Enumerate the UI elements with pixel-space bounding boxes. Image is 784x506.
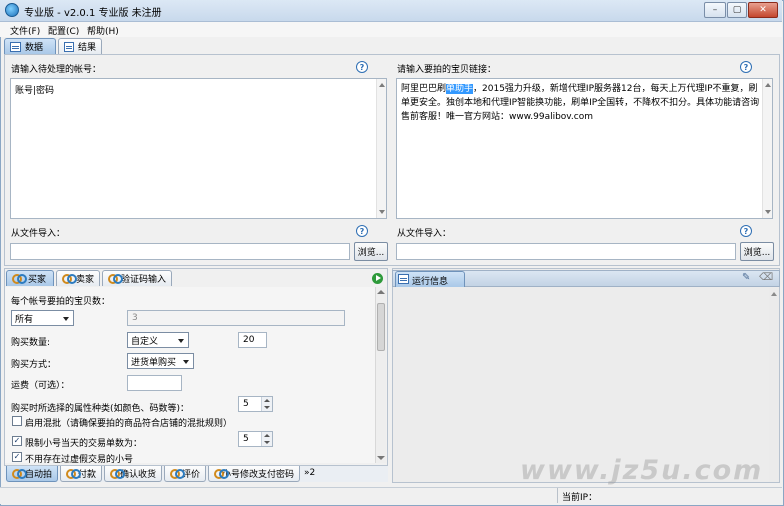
- rings-icon: [12, 468, 27, 479]
- links-import-path[interactable]: [396, 243, 736, 260]
- run-info-title: 运行信息: [412, 277, 449, 287]
- window-title: 专业版 - v2.0.1 专业版 未注册: [24, 8, 162, 19]
- accounts-label: 请输入待处理的帐号：: [11, 65, 102, 75]
- help-icon[interactable]: ?: [740, 225, 752, 237]
- tab-buyer[interactable]: 买家: [6, 270, 54, 286]
- links-text-selected: 单助手: [446, 84, 474, 94]
- attribute-spin-buttons[interactable]: [261, 397, 272, 411]
- attribute-spinner[interactable]: 5: [238, 396, 273, 412]
- tab-buyer-label: 买家: [28, 275, 47, 285]
- rings-icon: [12, 273, 27, 284]
- menu-file[interactable]: 文件(F): [10, 24, 40, 37]
- limit-label: 限制小号当天的交易单数为：: [25, 439, 143, 449]
- app-logo-icon: [5, 3, 19, 17]
- document-icon: [10, 41, 21, 52]
- no-fake-label: 不用存在过虚假交易的小号: [25, 455, 134, 465]
- tab-overflow[interactable]: »2: [304, 468, 315, 478]
- tab-seller-label: 卖家: [75, 275, 94, 285]
- limit-value: 5: [243, 434, 249, 444]
- shipping-input[interactable]: [127, 375, 182, 391]
- close-button[interactable]: ✕: [748, 2, 778, 18]
- tab-captcha[interactable]: 验证码输入: [102, 270, 172, 286]
- quantity-select[interactable]: 自定义: [127, 332, 189, 348]
- no-fake-checkbox[interactable]: ✓: [12, 452, 22, 462]
- tab-result-label: 结果: [77, 43, 96, 53]
- purchase-method-label: 购买方式：: [11, 360, 57, 370]
- tab-data[interactable]: 数据: [4, 38, 56, 54]
- status-bar: [0, 487, 782, 504]
- pin-icon[interactable]: ✎: [742, 272, 754, 284]
- quantity-label: 购买数量:: [11, 338, 51, 348]
- accounts-import-label: 从文件导入：: [11, 229, 66, 239]
- mix-label: 启用混批（请确保要拍的商品符合店铺的混批规则）: [25, 419, 233, 429]
- links-label: 请输入要拍的宝贝链接：: [397, 65, 497, 75]
- menu-config[interactable]: 配置(C): [48, 24, 79, 37]
- limit-spinner[interactable]: 5: [238, 431, 273, 447]
- play-icon[interactable]: [372, 273, 383, 284]
- tab-captcha-label: 验证码输入: [120, 275, 166, 285]
- tab-auto-buy[interactable]: 自动拍: [6, 466, 58, 482]
- accounts-import-path[interactable]: [10, 243, 350, 260]
- attribute-value: 5: [243, 399, 249, 409]
- links-import-label: 从文件导入：: [397, 229, 452, 239]
- limit-checkbox[interactable]: ✓: [12, 436, 22, 446]
- help-icon[interactable]: ?: [740, 61, 752, 73]
- current-ip-label: 当前IP：: [562, 493, 598, 503]
- maximize-button[interactable]: ▢: [727, 2, 747, 18]
- document-icon: [64, 41, 74, 52]
- rings-icon: [214, 468, 229, 479]
- items-per-account-input[interactable]: 3: [127, 310, 345, 326]
- shipping-label: 运费（可选）：: [11, 381, 70, 391]
- tab-result[interactable]: 结果: [58, 38, 102, 54]
- watermark-text: www.jz5u.com: [520, 455, 764, 486]
- tab-change-password-label: 小号修改支付密码: [221, 470, 294, 480]
- links-text: 阿里巴巴刷单助手，2015强力升级，新增代理IP服务器12台，每天上万代理IP不…: [401, 82, 760, 124]
- links-textarea[interactable]: 阿里巴巴刷单助手，2015强力升级，新增代理IP服务器12台，每天上万代理IP不…: [396, 78, 773, 219]
- rings-icon: [62, 273, 77, 284]
- task-form-scrollbar[interactable]: [375, 287, 386, 463]
- tab-seller[interactable]: 卖家: [56, 270, 100, 286]
- tab-auto-buy-label: 自动拍: [24, 470, 52, 480]
- rings-icon: [110, 468, 125, 479]
- minimize-button[interactable]: –: [704, 2, 726, 18]
- run-info-scrollbar[interactable]: [769, 288, 779, 482]
- quantity-input[interactable]: 20: [238, 332, 267, 348]
- run-info-log: [393, 288, 779, 482]
- help-icon[interactable]: ?: [356, 61, 368, 73]
- items-per-account-label: 每个帐号要拍的宝贝数：: [11, 297, 111, 307]
- tab-pay[interactable]: 付款: [60, 466, 102, 482]
- purchase-method-select[interactable]: 进货单购买: [127, 353, 194, 369]
- rings-icon: [108, 273, 123, 284]
- monitor-icon: [398, 274, 409, 284]
- links-text-before: 阿里巴巴刷: [401, 84, 447, 94]
- items-per-account-select[interactable]: 所有: [11, 310, 74, 326]
- rings-icon: [170, 468, 185, 479]
- tab-review[interactable]: 评价: [164, 466, 206, 482]
- tab-confirm-receipt-label: 确认收货: [119, 470, 156, 480]
- limit-spin-buttons[interactable]: [261, 432, 272, 446]
- clear-icon[interactable]: ⌫: [759, 272, 773, 284]
- accounts-textarea[interactable]: 账号|密码: [10, 78, 387, 219]
- accounts-scrollbar[interactable]: [376, 79, 386, 218]
- tab-data-label: 数据: [25, 43, 44, 53]
- tab-confirm-receipt[interactable]: 确认收货: [104, 466, 162, 482]
- accounts-text: 账号|密码: [15, 86, 55, 96]
- accounts-browse-button[interactable]: 浏览...: [354, 242, 388, 261]
- tab-change-password[interactable]: 小号修改支付密码: [208, 466, 300, 482]
- rings-icon: [66, 468, 81, 479]
- mix-checkbox[interactable]: [12, 416, 22, 426]
- help-icon[interactable]: ?: [356, 225, 368, 237]
- links-browse-button[interactable]: 浏览...: [740, 242, 774, 261]
- attribute-label: 购买时所选择的属性种类(如颜色、码数等)：: [11, 404, 190, 414]
- menu-help[interactable]: 帮助(H): [87, 24, 119, 37]
- links-scrollbar[interactable]: [762, 79, 772, 218]
- status-divider: [557, 488, 558, 503]
